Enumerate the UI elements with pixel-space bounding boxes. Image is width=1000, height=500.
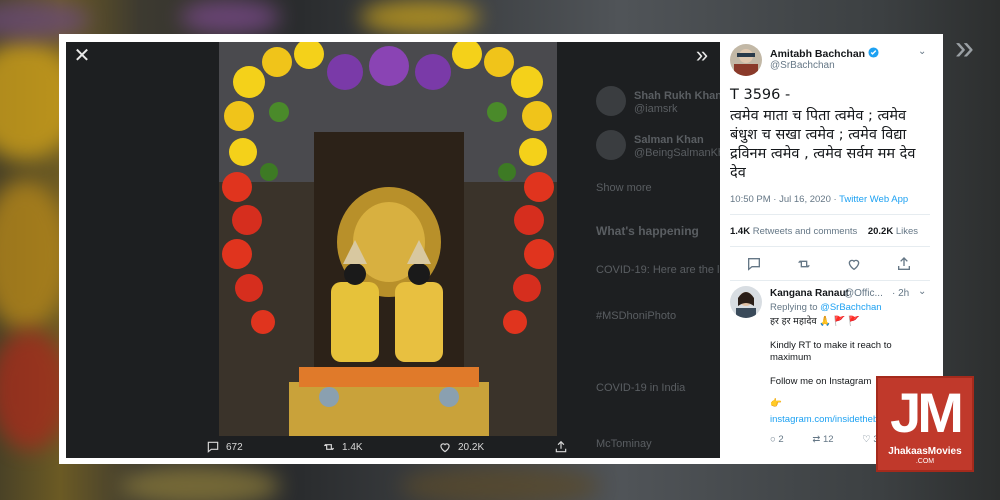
replying-to-handle[interactable]: @SrBachchan (820, 302, 881, 313)
share-icon (555, 440, 567, 453)
avatar (596, 86, 626, 116)
reply-line: हर हर महादेव 🙏 🚩 🚩 (770, 316, 861, 327)
reply-author-name[interactable]: Kangana Ranaut (770, 288, 849, 299)
pointing-right-icon: 👉 (770, 398, 782, 409)
shrine-image (219, 42, 557, 436)
watermark-site: JhakaasMovies (888, 446, 962, 457)
reply-count: 672 (226, 441, 243, 453)
watermark-tld: .COM (915, 458, 935, 465)
viewer-action-bar: 672 1.4K 20.2K (66, 436, 720, 458)
tweet-actions (746, 256, 926, 272)
replying-to: Replying to @SrBachchan (770, 302, 882, 314)
author-name[interactable]: Amitabh Bachchan (770, 47, 879, 60)
trend-item: #MSDhoniPhoto (596, 310, 677, 322)
tweet-stats: 1.4K Retweets and comments 20.2K Likes (730, 226, 918, 237)
chevron-double-right-icon[interactable]: » (690, 44, 714, 68)
trend-item: COVID-19: Here are the latest fact check… (596, 264, 720, 276)
share-icon[interactable] (896, 256, 912, 272)
retweet-label[interactable]: Retweets and comments (753, 226, 858, 237)
trend-item: COVID-19 in India (596, 382, 686, 394)
close-icon[interactable]: ✕ (70, 44, 94, 68)
like-button[interactable]: 20.2K (438, 438, 484, 456)
tweet-number: T 3596 - (730, 87, 791, 103)
verified-icon (868, 47, 879, 58)
amitabh-avatar-image (730, 44, 762, 76)
reply-line: maximum (770, 352, 812, 363)
divider (730, 246, 930, 247)
reply-age[interactable]: · 2h (892, 288, 909, 299)
reply-reply-count: 2 (778, 434, 784, 445)
comment-icon[interactable]: ○ (770, 434, 776, 445)
tweet-photo[interactable] (219, 42, 557, 436)
watermark-monogram: JM (890, 381, 964, 444)
show-more-link: Show more (596, 182, 652, 194)
retweet-icon (323, 443, 335, 451)
chevron-down-icon[interactable]: ⌄ (918, 286, 926, 297)
heart-icon (440, 443, 450, 453)
watermark-logo: JM JhakaasMovies .COM (876, 376, 974, 472)
retweet-total[interactable]: 1.4K (730, 226, 750, 237)
background-sidebar: Shah Rukh Khan @iamsrk Salman Khan @Bein… (556, 72, 720, 452)
reply-line: Kindly RT to make it reach to (770, 340, 892, 351)
avatar (596, 130, 626, 160)
heart-icon[interactable]: ♡ (862, 434, 871, 445)
media-viewer: Shah Rukh Khan @iamsrk Salman Khan @Bein… (66, 42, 720, 458)
comment-icon[interactable] (746, 256, 762, 272)
retweet-icon[interactable] (796, 256, 812, 272)
retweet-icon[interactable]: ⇄ (812, 434, 820, 445)
author-handle[interactable]: @SrBachchan (770, 60, 835, 71)
like-count: 20.2K (458, 441, 485, 453)
replying-to-label: Replying to (770, 302, 821, 313)
like-label[interactable]: Likes (896, 226, 918, 237)
divider (730, 280, 930, 281)
chevron-down-icon[interactable]: ⌄ (918, 46, 926, 57)
source-app-link[interactable]: Twitter Web App (839, 194, 908, 205)
follow-name: Salman Khan (634, 134, 704, 146)
reply-author-handle[interactable]: @Offic... (844, 288, 883, 299)
follow-name: Shah Rukh Khan (634, 90, 720, 102)
reply-line: Follow me on Instagram (770, 376, 872, 387)
retweet-button[interactable]: 1.4K (322, 438, 363, 456)
retweet-count: 1.4K (342, 441, 363, 453)
heart-icon[interactable] (846, 256, 862, 272)
whats-happening-heading: What's happening (596, 224, 699, 238)
follow-handle: @iamsrk (634, 103, 678, 115)
background-chevron-icon: » (955, 29, 974, 67)
avatar[interactable] (730, 286, 762, 318)
kangana-avatar-image (730, 286, 762, 318)
reply-button[interactable]: 672 (206, 438, 243, 456)
follow-handle: @BeingSalmanKhan (634, 147, 720, 159)
like-total[interactable]: 20.2K (868, 226, 893, 237)
comment-icon (207, 441, 219, 453)
share-button[interactable] (554, 438, 568, 456)
avatar[interactable] (730, 44, 762, 76)
tweet-timestamp[interactable]: 10:50 PM · Jul 16, 2020 · (730, 194, 839, 205)
tweet-body: त्वमेव माता च पिता त्वमेव ; त्वमेव बंधुश… (730, 108, 916, 181)
author-name-text: Amitabh Bachchan (770, 48, 866, 60)
tweet-text: T 3596 - त्वमेव माता च पिता त्वमेव ; त्व… (730, 86, 930, 183)
tweet-meta: 10:50 PM · Jul 16, 2020 · Twitter Web Ap… (730, 194, 908, 205)
reply-retweet-count: 12 (822, 434, 834, 445)
divider (730, 214, 930, 215)
